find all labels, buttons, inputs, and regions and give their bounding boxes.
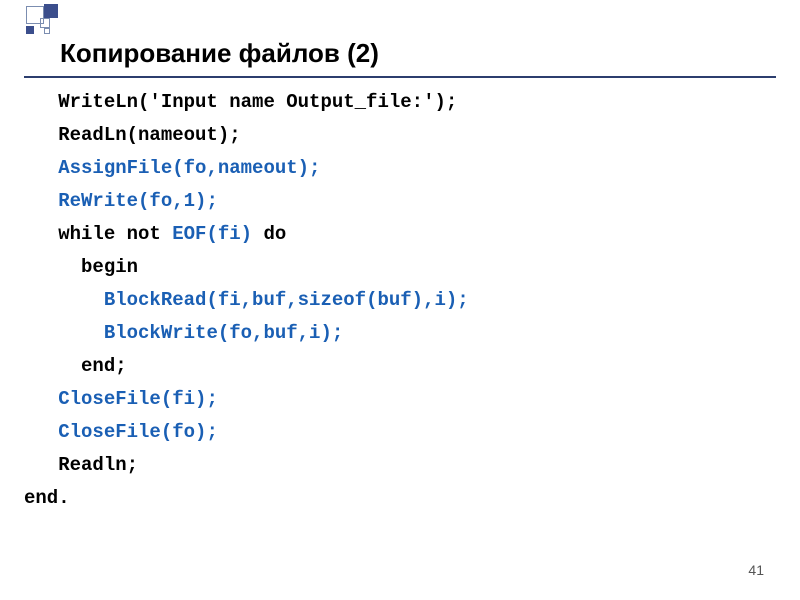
code-line-11a	[24, 421, 58, 443]
code-line-9: end;	[24, 355, 127, 377]
code-line-5a: while not	[24, 223, 172, 245]
code-line-8a	[24, 322, 104, 344]
code-line-6: begin	[24, 256, 138, 278]
code-line-10b: CloseFile(fi);	[58, 388, 218, 410]
code-line-1: WriteLn('Input name Output_file:');	[24, 91, 457, 113]
code-line-13: end.	[24, 487, 70, 509]
code-line-5c: do	[252, 223, 286, 245]
code-line-4a	[24, 190, 58, 212]
page-number: 41	[748, 562, 764, 578]
code-line-7b: BlockRead(fi,buf,sizeof(buf),i);	[104, 289, 469, 311]
code-line-11b: CloseFile(fo);	[58, 421, 218, 443]
code-line-8b: BlockWrite(fo,buf,i);	[104, 322, 343, 344]
slide-title: Копирование файлов (2)	[60, 38, 379, 69]
code-line-3a	[24, 157, 58, 179]
title-underline	[24, 76, 776, 78]
code-line-7a	[24, 289, 104, 311]
code-line-12: Readln;	[24, 454, 138, 476]
code-line-2: ReadLn(nameout);	[24, 124, 241, 146]
code-line-10a	[24, 388, 58, 410]
code-block: WriteLn('Input name Output_file:'); Read…	[24, 86, 469, 515]
code-line-5b: EOF(fi)	[172, 223, 252, 245]
code-line-3b: AssignFile(fo,nameout);	[58, 157, 320, 179]
code-line-4b: ReWrite(fo,1);	[58, 190, 218, 212]
